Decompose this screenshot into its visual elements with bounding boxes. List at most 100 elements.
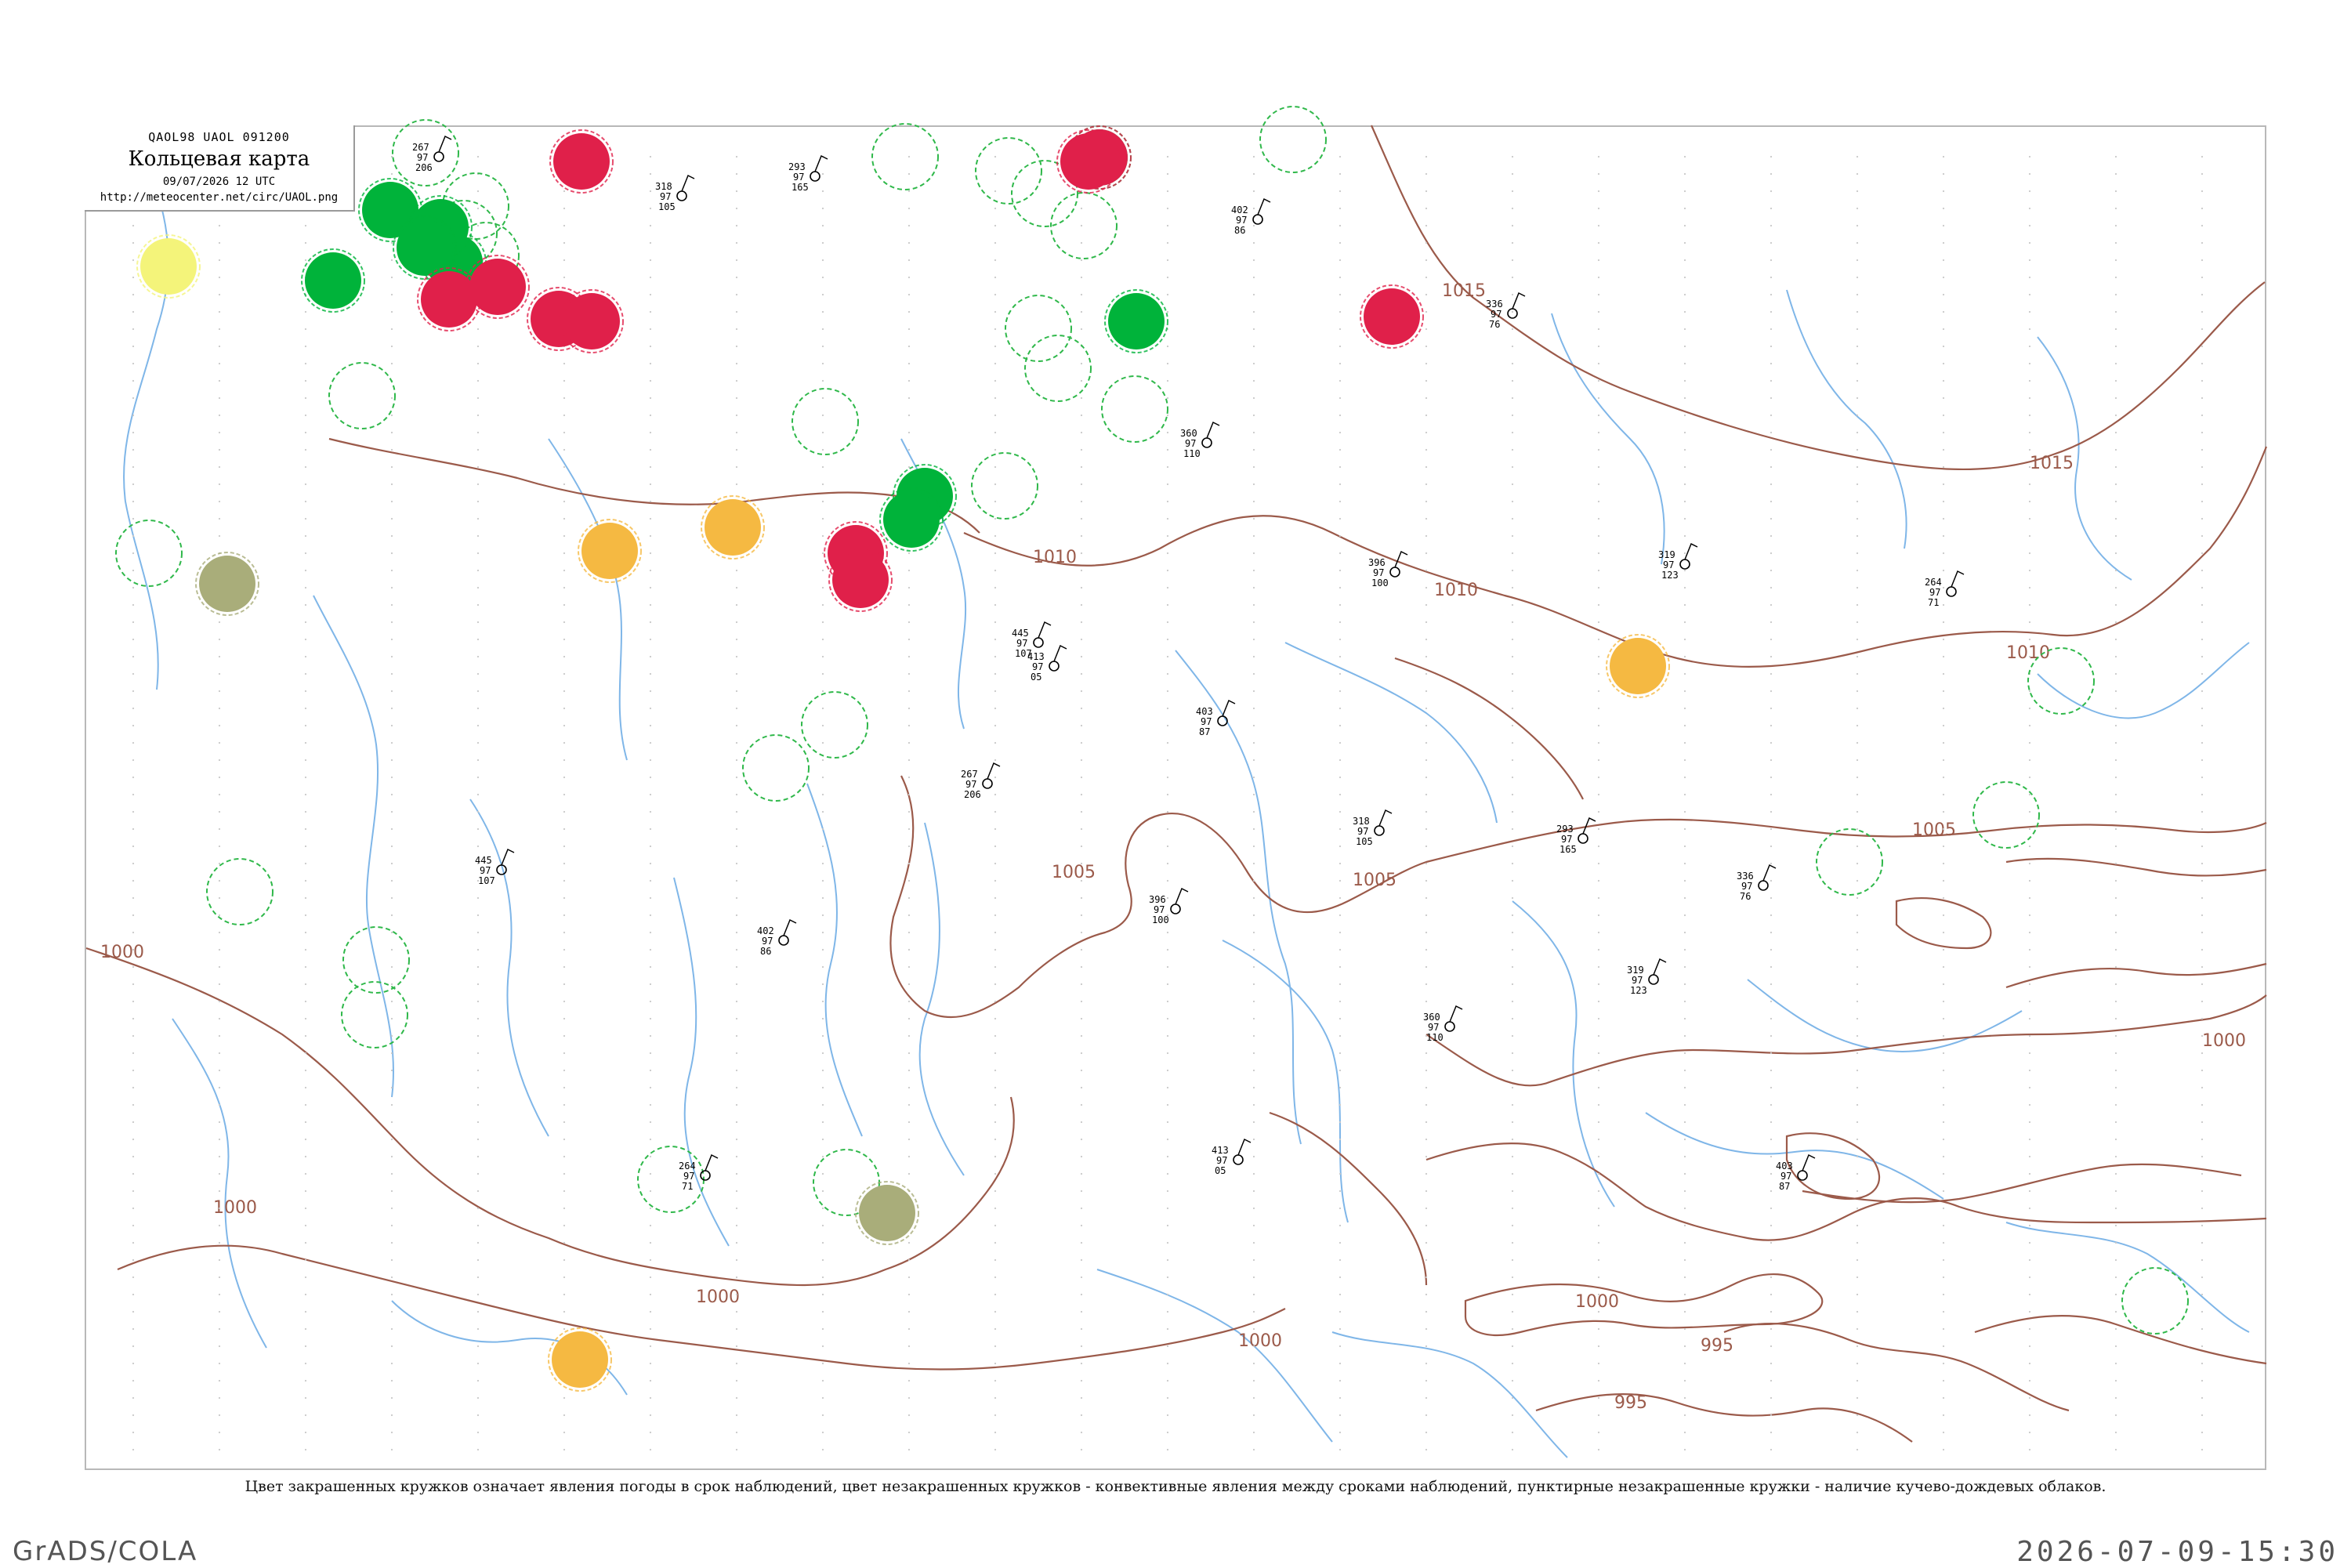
grid-dot	[2114, 741, 2117, 744]
grid-dot	[2114, 1224, 2117, 1227]
grid-dot	[1942, 241, 1945, 244]
grid-dot	[1252, 1000, 1255, 1003]
grid-dot	[132, 224, 135, 227]
grid-dot	[821, 879, 824, 882]
grid-dot	[1856, 1379, 1859, 1382]
grid-dot	[1856, 517, 1859, 520]
grid-dot	[735, 741, 738, 744]
grid-dot	[218, 1121, 221, 1124]
grid-dot	[994, 1069, 997, 1072]
grid-dot	[2028, 1362, 2031, 1365]
grid-dot	[563, 1293, 566, 1296]
grid-dot	[476, 690, 480, 693]
grid-dot	[304, 931, 307, 934]
grid-dot	[132, 793, 135, 796]
grid-dot	[476, 328, 480, 331]
grid-dot	[735, 879, 738, 882]
grid-dot	[1942, 845, 1945, 848]
grid-dot	[1252, 190, 1255, 193]
grid-dot	[649, 914, 652, 917]
grid-dot	[1339, 293, 1342, 296]
grid-dot	[218, 672, 221, 675]
grid-dot	[476, 1190, 480, 1193]
grid-dot	[390, 621, 393, 624]
grid-dot	[2028, 586, 2031, 589]
grid-dot	[1770, 431, 1773, 434]
grid-dot	[1252, 690, 1255, 693]
grid-dot	[1339, 793, 1342, 796]
grid-dot	[1339, 672, 1342, 675]
grid-dot	[1770, 845, 1773, 848]
station-value: 86	[760, 946, 771, 957]
grid-dot	[907, 1327, 911, 1331]
grid-dot	[821, 793, 824, 796]
grid-dot	[304, 328, 307, 331]
grid-dot	[994, 310, 997, 313]
grid-dot	[1683, 1431, 1686, 1434]
grid-dot	[1511, 827, 1514, 831]
grid-dot	[1425, 1310, 1428, 1313]
grid-dot	[1856, 483, 1859, 486]
grid-dot	[907, 569, 911, 572]
grid-dot	[1770, 741, 1773, 744]
grid-dot	[1856, 1431, 1859, 1434]
grid-dot	[994, 362, 997, 365]
grid-dot	[1770, 448, 1773, 451]
grid-dot	[563, 896, 566, 900]
grid-dot	[735, 1362, 738, 1365]
grid-dot	[1597, 379, 1600, 382]
grid-dot	[1856, 690, 1859, 693]
grid-dot	[1166, 776, 1169, 779]
grid-dot	[476, 552, 480, 555]
station-plot: 4139705	[1027, 644, 1067, 683]
grid-dot	[476, 621, 480, 624]
grid-dot	[476, 1052, 480, 1055]
grid-dot	[649, 293, 652, 296]
grid-dot	[390, 1224, 393, 1227]
grid-dot	[735, 776, 738, 779]
grid-dot	[1856, 621, 1859, 624]
grid-dot	[1942, 448, 1945, 451]
grid-dot	[2201, 931, 2204, 934]
grid-dot	[1425, 793, 1428, 796]
grid-dot	[1942, 1293, 1945, 1296]
grid-dot	[1942, 483, 1945, 486]
synoptic-map: 1015 1015 1010 1010 1010 1005 1005 1005 …	[85, 106, 2268, 1458]
grid-dot	[1597, 465, 1600, 469]
station-plot: 36097110	[1180, 421, 1220, 459]
grid-dot	[1683, 1069, 1686, 1072]
grid-dot	[994, 672, 997, 675]
grid-dot	[2201, 655, 2204, 658]
grid-dot	[821, 483, 824, 486]
grid-dot	[132, 931, 135, 934]
grid-dot	[563, 397, 566, 400]
station-plot: 4029786	[757, 918, 797, 957]
cb-cloud-circle	[1024, 335, 1092, 402]
grid-dot	[304, 224, 307, 227]
grid-dot	[1166, 1293, 1169, 1296]
grid-dot	[1252, 1258, 1255, 1262]
grid-dot	[304, 1103, 307, 1106]
grid-dot	[649, 1431, 652, 1434]
grid-dot	[132, 672, 135, 675]
grid-dot	[649, 172, 652, 176]
grid-dot	[2201, 1310, 2204, 1313]
grid-dot	[1166, 1086, 1169, 1089]
grid-dot	[1252, 1034, 1255, 1037]
grid-dot	[1080, 1190, 1083, 1193]
grid-dot	[1511, 207, 1514, 210]
grid-dot	[304, 241, 307, 244]
grid-dot	[1683, 397, 1686, 400]
station-value: 05	[1031, 672, 1041, 683]
grid-dot	[821, 776, 824, 779]
grid-dot	[1942, 810, 1945, 813]
grid-dot	[1770, 293, 1773, 296]
grid-dot	[994, 948, 997, 951]
grid-dot	[2201, 259, 2204, 262]
grid-dot	[1770, 414, 1773, 417]
grid-dot	[1942, 569, 1945, 572]
grid-dot	[907, 241, 911, 244]
grid-dot	[2114, 241, 2117, 244]
grid-dot	[1597, 896, 1600, 900]
grid-dot	[1511, 1396, 1514, 1400]
